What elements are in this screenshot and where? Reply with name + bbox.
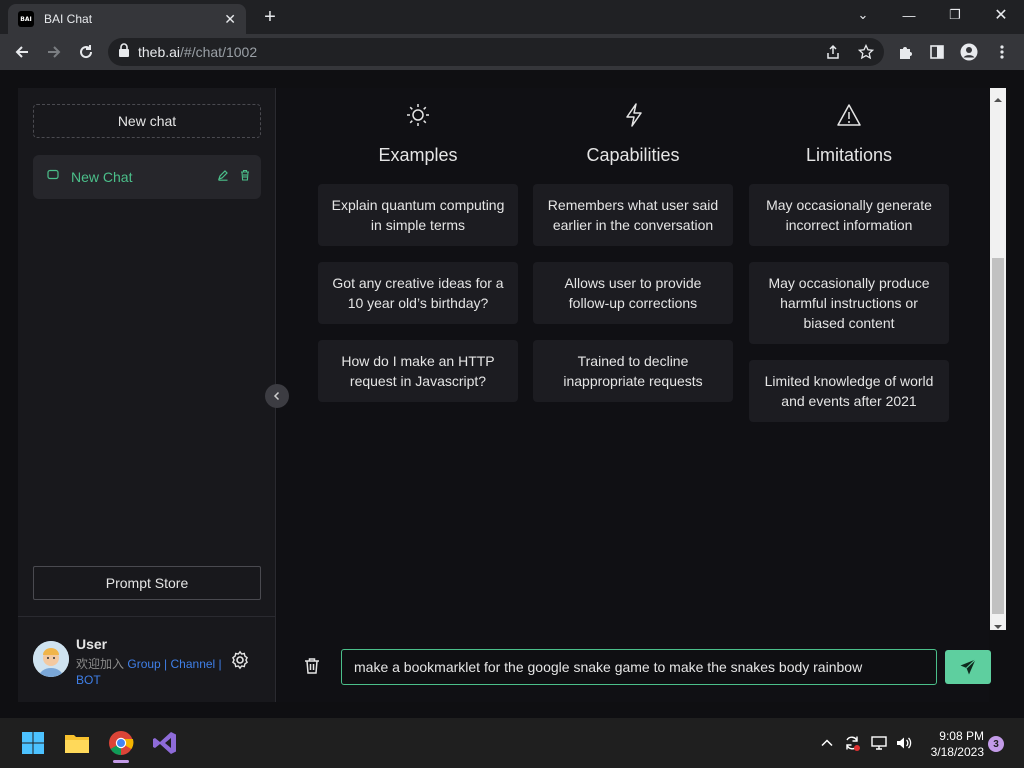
lightning-icon <box>620 101 648 129</box>
visual-studio-icon[interactable] <box>150 728 180 758</box>
restore-button[interactable]: ❐ <box>932 0 978 30</box>
sync-icon[interactable] <box>843 734 861 752</box>
lock-icon[interactable] <box>118 42 130 62</box>
separator: | <box>215 657 222 671</box>
bookmark-star-icon[interactable] <box>855 41 877 63</box>
column-title: Capabilities <box>586 145 680 165</box>
settings-gear-icon[interactable] <box>230 650 252 672</box>
extensions-icon[interactable] <box>895 41 917 63</box>
welcome-text: 欢迎加入 <box>76 657 125 671</box>
share-icon[interactable] <box>822 41 844 63</box>
separator: | <box>160 657 171 671</box>
browser-tab[interactable]: BAI BAI Chat ✕ <box>8 4 246 34</box>
message-input[interactable]: make a bookmarklet for the google snake … <box>341 649 937 685</box>
group-link[interactable]: Group <box>127 657 160 671</box>
channel-link[interactable]: Channel <box>171 657 216 671</box>
close-tab-icon[interactable]: ✕ <box>224 11 236 28</box>
user-name: User <box>76 636 108 652</box>
new-chat-button[interactable]: New chat <box>33 104 261 138</box>
avatar[interactable] <box>33 641 69 677</box>
chat-bubble-icon <box>47 168 59 186</box>
chevron-left-icon <box>273 391 280 401</box>
example-card[interactable]: Explain quantum computing in simple term… <box>318 184 518 246</box>
clock-date: 3/18/2023 <box>930 745 984 759</box>
chevron-up-icon[interactable] <box>820 736 834 750</box>
profile-icon[interactable] <box>958 41 980 63</box>
scroll-down-arrow-icon[interactable] <box>993 618 1003 629</box>
bot-link[interactable]: BOT <box>76 673 101 687</box>
url-path: /#/chat/1002 <box>180 44 258 60</box>
tab-title: BAI Chat <box>44 12 93 26</box>
notification-badge[interactable]: 3 <box>988 736 1004 752</box>
capability-card: Allows user to provide follow-up correct… <box>533 262 733 324</box>
taskbar-clock[interactable]: 9:08 PM 3/18/2023 <box>920 728 984 760</box>
collapse-sidebar-button[interactable] <box>265 384 289 408</box>
file-explorer-icon[interactable] <box>62 728 92 758</box>
chat-item-label: New Chat <box>71 169 133 185</box>
chat-list-item[interactable]: New Chat <box>33 155 261 199</box>
user-subtitle: 欢迎加入 Group | Channel | BOT <box>76 656 226 688</box>
tab-search-icon[interactable]: ⌄ <box>840 0 886 30</box>
side-panel-icon[interactable] <box>926 41 948 63</box>
chrome-icon[interactable] <box>106 728 136 758</box>
example-card[interactable]: How do I make an HTTP request in Javascr… <box>318 340 518 402</box>
address-bar[interactable]: theb.ai/#/chat/1002 <box>108 38 884 66</box>
url-host: theb.ai <box>138 44 181 60</box>
capability-card: Trained to decline inappropriate request… <box>533 340 733 402</box>
column-title: Examples <box>378 145 458 165</box>
sun-icon <box>404 101 432 129</box>
new-tab-button[interactable]: + <box>258 6 282 28</box>
scrollbar-thumb[interactable] <box>992 258 1004 614</box>
capability-card: Remembers what user said earlier in the … <box>533 184 733 246</box>
clock-time: 9:08 PM <box>939 729 984 743</box>
sidebar-divider <box>18 616 276 617</box>
tab-favicon: BAI <box>18 11 34 27</box>
warning-icon <box>835 101 863 129</box>
column-title: Limitations <box>805 145 893 165</box>
delete-chat-icon[interactable] <box>239 168 251 186</box>
volume-icon[interactable] <box>895 735 913 751</box>
send-icon <box>960 659 976 675</box>
minimize-button[interactable]: — <box>886 0 932 30</box>
scroll-up-arrow-icon[interactable] <box>993 91 1003 102</box>
active-app-indicator <box>113 760 129 763</box>
reload-icon[interactable] <box>74 41 98 63</box>
forward-icon[interactable] <box>42 41 66 63</box>
close-window-button[interactable]: ✕ <box>978 0 1024 30</box>
example-card[interactable]: Got any creative ideas for a 10 year old… <box>318 262 518 324</box>
limitation-card: Limited knowledge of world and events af… <box>749 360 949 422</box>
menu-kebab-icon[interactable] <box>991 41 1013 63</box>
limitation-card: May occasionally generate incorrect info… <box>749 184 949 246</box>
limitation-card: May occasionally produce harmful instruc… <box>749 262 949 344</box>
back-icon[interactable] <box>10 41 34 63</box>
network-icon[interactable] <box>870 735 888 751</box>
send-button[interactable] <box>945 650 991 684</box>
windows-start-icon[interactable] <box>18 728 48 758</box>
prompt-store-button[interactable]: Prompt Store <box>33 566 261 600</box>
clear-conversation-icon[interactable] <box>302 656 324 678</box>
edit-icon[interactable] <box>217 168 229 186</box>
